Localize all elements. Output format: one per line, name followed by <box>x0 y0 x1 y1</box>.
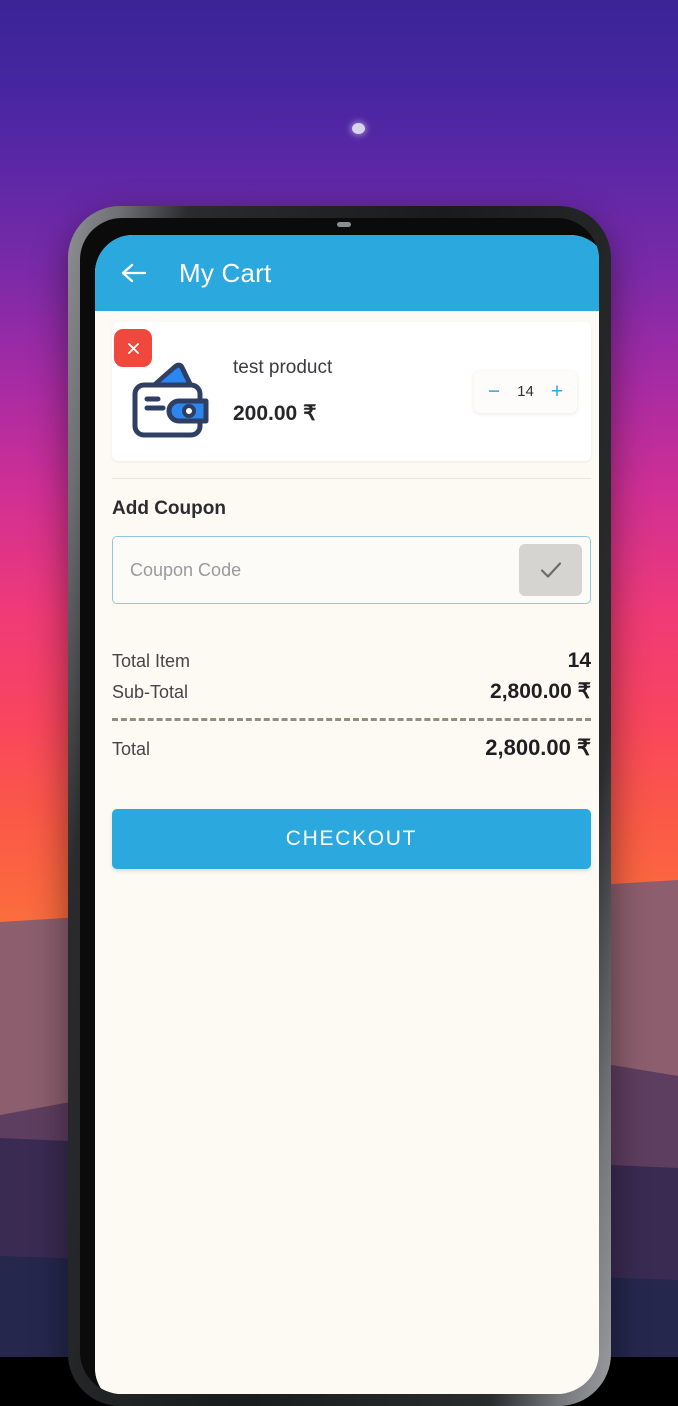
order-summary: Total Item 14 Sub-Total 2,800.00 ₹ Total… <box>112 646 591 764</box>
summary-label: Sub-Total <box>112 682 189 702</box>
product-name: test product <box>233 357 333 378</box>
product-price: 200.00 ₹ <box>233 402 317 425</box>
phone-bezel: My Cart test product 200.00 ₹ − 14 + Add… <box>80 218 599 1394</box>
quantity-stepper: − 14 + <box>474 370 577 413</box>
cart-screen-body: test product 200.00 ₹ − 14 + Add Coupon <box>95 322 599 1394</box>
section-divider <box>112 478 591 479</box>
phone-screen: My Cart test product 200.00 ₹ − 14 + Add… <box>95 235 599 1394</box>
dashed-divider <box>112 718 591 721</box>
cart-item-card: test product 200.00 ₹ − 14 + <box>112 322 591 461</box>
earpiece-speaker <box>337 222 351 227</box>
coupon-section-title: Add Coupon <box>112 498 226 519</box>
summary-row-sub-total: Sub-Total 2,800.00 ₹ <box>112 676 591 707</box>
coupon-code-input[interactable] <box>113 558 519 582</box>
increment-quantity-button[interactable]: + <box>548 381 566 402</box>
grand-total-value: 2,800.00 ₹ <box>485 735 591 760</box>
close-icon <box>125 340 142 357</box>
check-icon <box>537 558 565 582</box>
page-title: My Cart <box>179 257 272 288</box>
summary-label: Total Item <box>112 651 191 671</box>
grand-total-label: Total <box>112 739 151 759</box>
app-bar: My Cart <box>95 235 599 311</box>
phone-device-frame: My Cart test product 200.00 ₹ − 14 + Add… <box>68 206 611 1406</box>
star-dot-icon <box>352 123 365 134</box>
decrement-quantity-button[interactable]: − <box>485 381 503 402</box>
apply-coupon-button[interactable] <box>519 544 582 596</box>
back-button[interactable] <box>114 253 154 293</box>
arrow-left-icon <box>120 261 148 285</box>
product-info: test product 200.00 ₹ <box>226 357 474 426</box>
summary-row-total-item: Total Item 14 <box>112 646 591 676</box>
remove-item-button[interactable] <box>114 329 152 367</box>
checkout-button[interactable]: CHECKOUT <box>112 809 591 869</box>
summary-row-grand-total: Total 2,800.00 ₹ <box>112 731 591 764</box>
summary-value: 14 <box>567 649 591 672</box>
quantity-value: 14 <box>517 383 534 400</box>
coupon-input-row <box>112 536 591 604</box>
summary-value: 2,800.00 ₹ <box>490 680 591 703</box>
